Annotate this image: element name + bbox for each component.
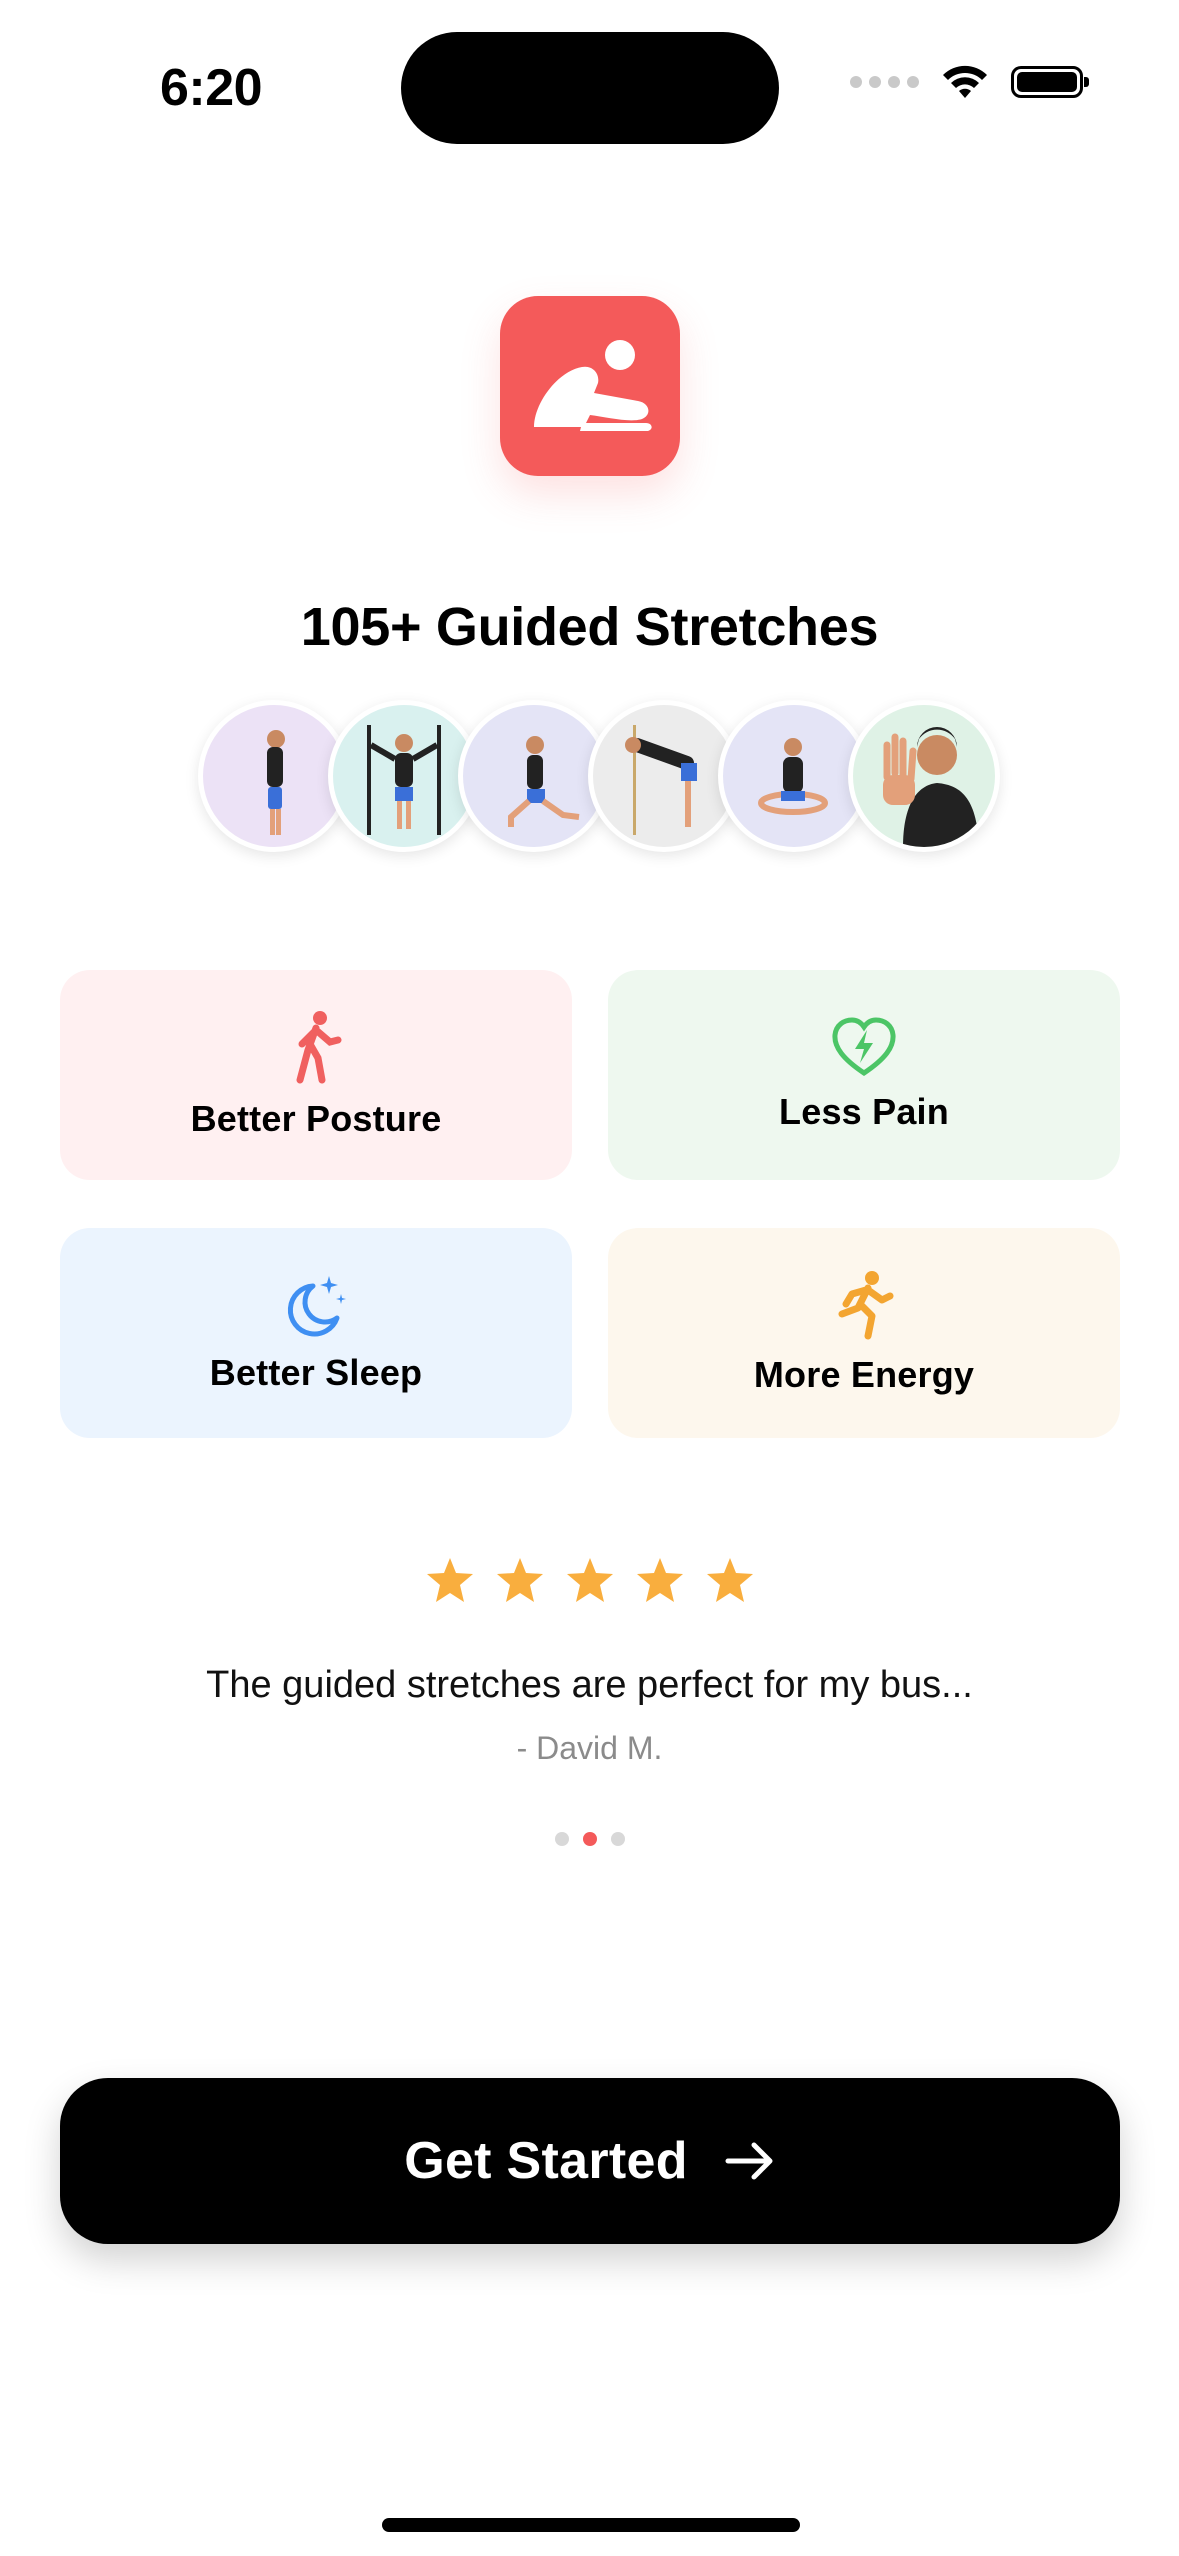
star-rating: [0, 1556, 1179, 1604]
benefit-card-more-energy: More Energy: [608, 1228, 1120, 1438]
page-dot[interactable]: [610, 1832, 625, 1846]
star-icon: [706, 1558, 753, 1602]
page-dot[interactable]: [554, 1832, 569, 1846]
battery-icon: [1011, 66, 1089, 98]
testimonial-quote: The guided stretches are perfect for my …: [206, 1664, 973, 1706]
arrow-right-icon: [725, 2142, 773, 2180]
wifi-icon: [943, 65, 987, 98]
benefit-label: Better Sleep: [209, 1352, 423, 1393]
benefit-card-better-sleep: Better Sleep: [60, 1228, 572, 1438]
home-indicator[interactable]: [382, 2518, 800, 2532]
benefit-label: Better Posture: [190, 1098, 442, 1139]
benefit-card-better-posture: Better Posture: [60, 970, 572, 1180]
status-time: 6:20: [160, 59, 263, 117]
carousel-page-indicator[interactable]: [0, 1832, 1179, 1846]
dynamic-island: [401, 32, 779, 144]
status-indicators: [850, 64, 1089, 100]
testimonial-author: - David M.: [516, 1730, 663, 1766]
star-icon: [566, 1558, 613, 1602]
headline: 105+ Guided Stretches: [300, 597, 879, 657]
walking-person-icon: [296, 1011, 342, 1084]
stretch-avatar-row: [198, 700, 1000, 852]
star-icon: [636, 1558, 683, 1602]
get-started-button[interactable]: Get Started: [60, 2078, 1120, 2244]
benefit-card-less-pain: Less Pain: [608, 970, 1120, 1180]
benefit-label: More Energy: [753, 1354, 975, 1395]
app-icon: [500, 296, 680, 476]
onboarding-screen: 6:20 105+ Guided Stretches Better Postur…: [0, 0, 1179, 2556]
star-icon: [496, 1558, 543, 1602]
moon-stars-icon: [287, 1276, 346, 1337]
stretch-icon: [534, 340, 652, 431]
benefit-label: Less Pain: [779, 1091, 949, 1132]
get-started-label: Get Started: [404, 2132, 688, 2190]
star-icon: [426, 1558, 473, 1602]
page-dot-active[interactable]: [582, 1832, 597, 1846]
heart-bolt-icon: [832, 1017, 896, 1077]
avatar-hand-wave: [848, 700, 1000, 852]
cellular-signal-icon: [850, 76, 919, 88]
running-person-icon: [838, 1271, 894, 1340]
